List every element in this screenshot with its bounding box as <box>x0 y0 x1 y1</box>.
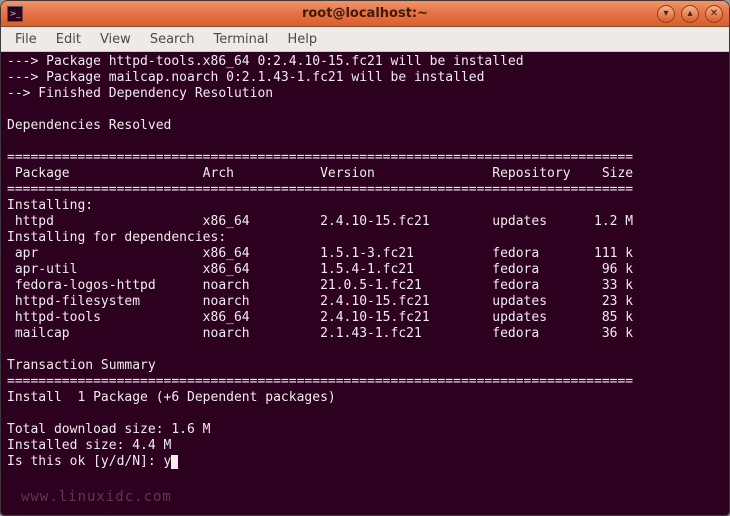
menu-terminal[interactable]: Terminal <box>205 30 276 49</box>
terminal-window: >_ root@localhost:~ ▾ ▴ ✕ File Edit View… <box>0 0 730 516</box>
menu-file[interactable]: File <box>7 30 45 49</box>
text-cursor <box>171 455 178 469</box>
menu-help[interactable]: Help <box>279 30 325 49</box>
window-title: root@localhost:~ <box>1 6 729 21</box>
window-buttons: ▾ ▴ ✕ <box>657 5 723 23</box>
titlebar[interactable]: >_ root@localhost:~ ▾ ▴ ✕ <box>1 1 729 27</box>
menu-view[interactable]: View <box>92 30 139 49</box>
terminal-output[interactable]: ---> Package httpd-tools.x86_64 0:2.4.10… <box>1 52 729 515</box>
minimize-button[interactable]: ▾ <box>657 5 675 23</box>
watermark: www.linuxidc.com <box>21 489 172 505</box>
menu-search[interactable]: Search <box>142 30 203 49</box>
menu-edit[interactable]: Edit <box>48 30 89 49</box>
close-button[interactable]: ✕ <box>705 5 723 23</box>
maximize-button[interactable]: ▴ <box>681 5 699 23</box>
menubar: File Edit View Search Terminal Help <box>1 27 729 52</box>
